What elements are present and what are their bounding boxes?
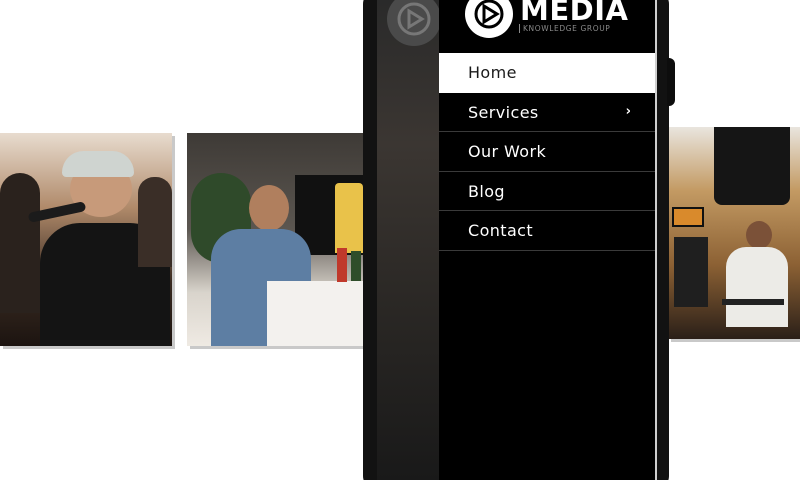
- brand-tagline: KNOWLEDGE GROUP: [519, 24, 610, 33]
- gallery-photo-speaker[interactable]: [668, 127, 800, 339]
- page: MEDIA KNOWLEDGE GROUP Home Services › Ou…: [0, 0, 800, 480]
- nav-item-label: Contact: [468, 221, 534, 240]
- nav-item-label: Blog: [468, 181, 505, 201]
- gallery-photo-interview[interactable]: [187, 133, 365, 346]
- phone-side-button: [667, 58, 675, 106]
- nav-item-label: Services: [468, 102, 539, 122]
- nav-item-services[interactable]: Services ›: [439, 93, 655, 132]
- chevron-right-icon[interactable]: ›: [626, 104, 631, 119]
- nav-item-our-work[interactable]: Our Work: [439, 132, 655, 172]
- gallery-photo-singer[interactable]: [0, 133, 172, 346]
- nav-item-label: Our Work: [468, 142, 547, 161]
- nav-item-blog[interactable]: Blog: [439, 172, 655, 211]
- menu-edge-divider: [655, 0, 657, 480]
- nav-list: Home Services › Our Work Blog Contact: [439, 53, 655, 251]
- play-triangle-logo-icon: [465, 0, 513, 38]
- brand-header[interactable]: MEDIA KNOWLEDGE GROUP: [439, 0, 655, 53]
- nav-item-label: Home: [468, 63, 517, 82]
- site-background: [377, 0, 439, 480]
- mobile-nav-menu: MEDIA KNOWLEDGE GROUP Home Services › Ou…: [439, 0, 655, 480]
- nav-item-home[interactable]: Home: [439, 53, 655, 93]
- brand-name: MEDIA: [520, 0, 629, 27]
- nav-item-contact[interactable]: Contact: [439, 211, 655, 251]
